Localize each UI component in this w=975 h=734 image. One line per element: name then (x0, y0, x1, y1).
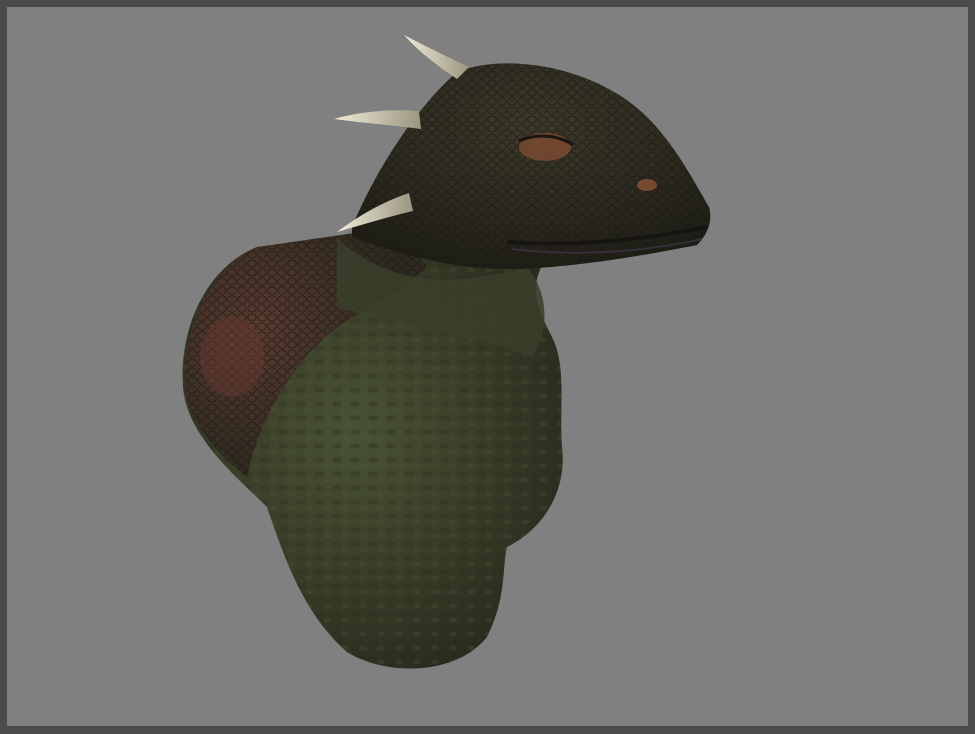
3d-viewport[interactable] (7, 7, 968, 726)
render-window-frame (0, 0, 975, 734)
creature-head (352, 63, 711, 269)
lizard-bust-model[interactable] (7, 7, 968, 726)
